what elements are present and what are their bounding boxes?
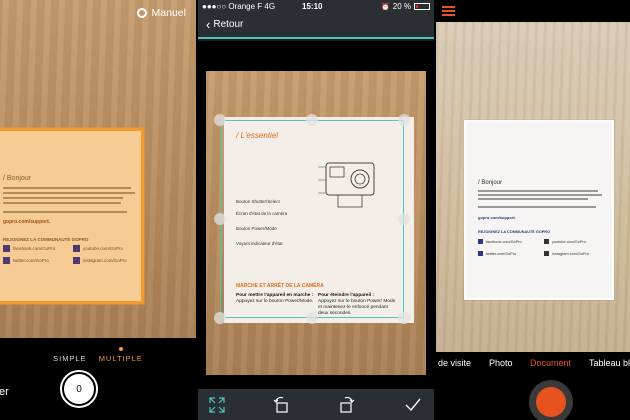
social-entry: instagram.com/GoPro xyxy=(544,251,589,256)
capture-button[interactable] xyxy=(529,380,573,420)
document-link: gopro.com/support. xyxy=(3,219,51,225)
circle-icon xyxy=(136,8,147,18)
social-entry: facebook.com/GoPro xyxy=(478,239,522,244)
capture-controls: SIMPLE MULTIPLE er 0 xyxy=(0,338,196,420)
scanner-panel-orange: Manuel / Bonjour gopro.com/support. REJO… xyxy=(0,0,196,420)
alarm-icon: ⏰ xyxy=(381,3,390,11)
nav-bar: ‹ Retour xyxy=(198,13,434,39)
social-entry: youtube.com/GoPro xyxy=(544,239,586,244)
instagram-icon xyxy=(73,257,80,264)
document-heading: / Bonjour xyxy=(478,180,503,186)
crop-panel: ●●●○○ Orange F 4G 15:10 ⏰ 20 % ‹ Retour … xyxy=(198,0,434,420)
truncated-label: er xyxy=(0,386,9,398)
carrier-label: ●●●○○ Orange F 4G xyxy=(202,2,276,11)
document-community-heading: REJOIGNEZ LA COMMUNAUTÉ GOPRO xyxy=(3,237,89,242)
social-entry: twitter.com/GoPro xyxy=(478,251,516,256)
mode-business-card[interactable]: de visite xyxy=(438,358,471,368)
mode-document[interactable]: Document xyxy=(530,358,571,368)
tab-multiple[interactable]: MULTIPLE xyxy=(99,347,143,363)
crop-handle[interactable] xyxy=(214,114,226,126)
crop-handle[interactable] xyxy=(214,213,226,225)
mode-photo[interactable]: Photo xyxy=(489,358,513,368)
youtube-icon xyxy=(73,245,80,252)
battery-percent: 20 % xyxy=(392,2,411,11)
camera-preview: / Bonjour gopro.com/support. REJOIGNEZ L… xyxy=(436,22,630,352)
crop-handle[interactable] xyxy=(398,213,410,225)
document-community-heading: REJOIGNEZ LA COMMUNAUTÉ GOPRO xyxy=(478,230,551,234)
scan-mode-tabs: SIMPLE MULTIPLE xyxy=(0,347,196,363)
facebook-icon xyxy=(478,239,483,244)
captured-photo: / L'essentiel Bouton Shutter/Select Écra… xyxy=(206,71,426,375)
shutter-button[interactable]: 0 xyxy=(60,370,98,408)
edit-toolbar xyxy=(198,389,434,420)
camera-panel-document: / Bonjour gopro.com/support. REJOIGNEZ L… xyxy=(436,0,630,420)
scan-count: 0 xyxy=(76,383,82,395)
document-link: gopro.com/support. xyxy=(478,215,516,220)
social-entry: twitter.com/GoPro xyxy=(3,257,49,264)
active-dot-icon xyxy=(118,347,123,351)
social-entry: youtube.com/GoPro xyxy=(73,245,123,252)
checkmark-icon[interactable] xyxy=(404,396,422,414)
facebook-icon xyxy=(3,245,10,252)
crop-handle[interactable] xyxy=(398,312,410,324)
crop-handle[interactable] xyxy=(306,114,318,126)
crop-handle[interactable] xyxy=(214,312,226,324)
capture-mode-selector: de visite Photo Document Tableau bl xyxy=(436,358,630,372)
mode-whiteboard[interactable]: Tableau bl xyxy=(589,358,630,368)
status-time: 15:10 xyxy=(302,2,323,11)
detected-document: / Bonjour gopro.com/support. REJOIGNEZ L… xyxy=(0,128,144,304)
manual-mode-toggle[interactable]: Manuel xyxy=(136,7,186,19)
detected-document: / Bonjour gopro.com/support. REJOIGNEZ L… xyxy=(464,120,614,300)
manual-mode-label: Manuel xyxy=(151,7,186,19)
social-entry: facebook.com/GoPro xyxy=(3,245,55,252)
crop-stage: / L'essentiel Bouton Shutter/Select Écra… xyxy=(198,41,434,389)
hamburger-menu-icon[interactable] xyxy=(442,6,455,16)
status-bar: ●●●○○ Orange F 4G 15:10 ⏰ 20 % xyxy=(198,0,434,13)
crop-selection[interactable] xyxy=(220,120,404,318)
expand-icon[interactable] xyxy=(208,396,226,414)
back-button[interactable]: ‹ Retour xyxy=(206,16,244,32)
instagram-icon xyxy=(544,251,549,256)
chevron-left-icon: ‹ xyxy=(206,16,211,32)
social-entry: instagram.com/GoPro xyxy=(73,257,127,264)
document-heading: / Bonjour xyxy=(3,175,32,182)
youtube-icon xyxy=(544,239,549,244)
back-label: Retour xyxy=(213,19,244,30)
battery-icon xyxy=(414,3,430,10)
twitter-icon xyxy=(3,257,10,264)
twitter-icon xyxy=(478,251,483,256)
crop-handle[interactable] xyxy=(306,312,318,324)
crop-handle[interactable] xyxy=(398,114,410,126)
rotate-right-icon[interactable] xyxy=(338,396,356,414)
tab-simple[interactable]: SIMPLE xyxy=(53,354,87,363)
rotate-left-icon[interactable] xyxy=(272,396,290,414)
